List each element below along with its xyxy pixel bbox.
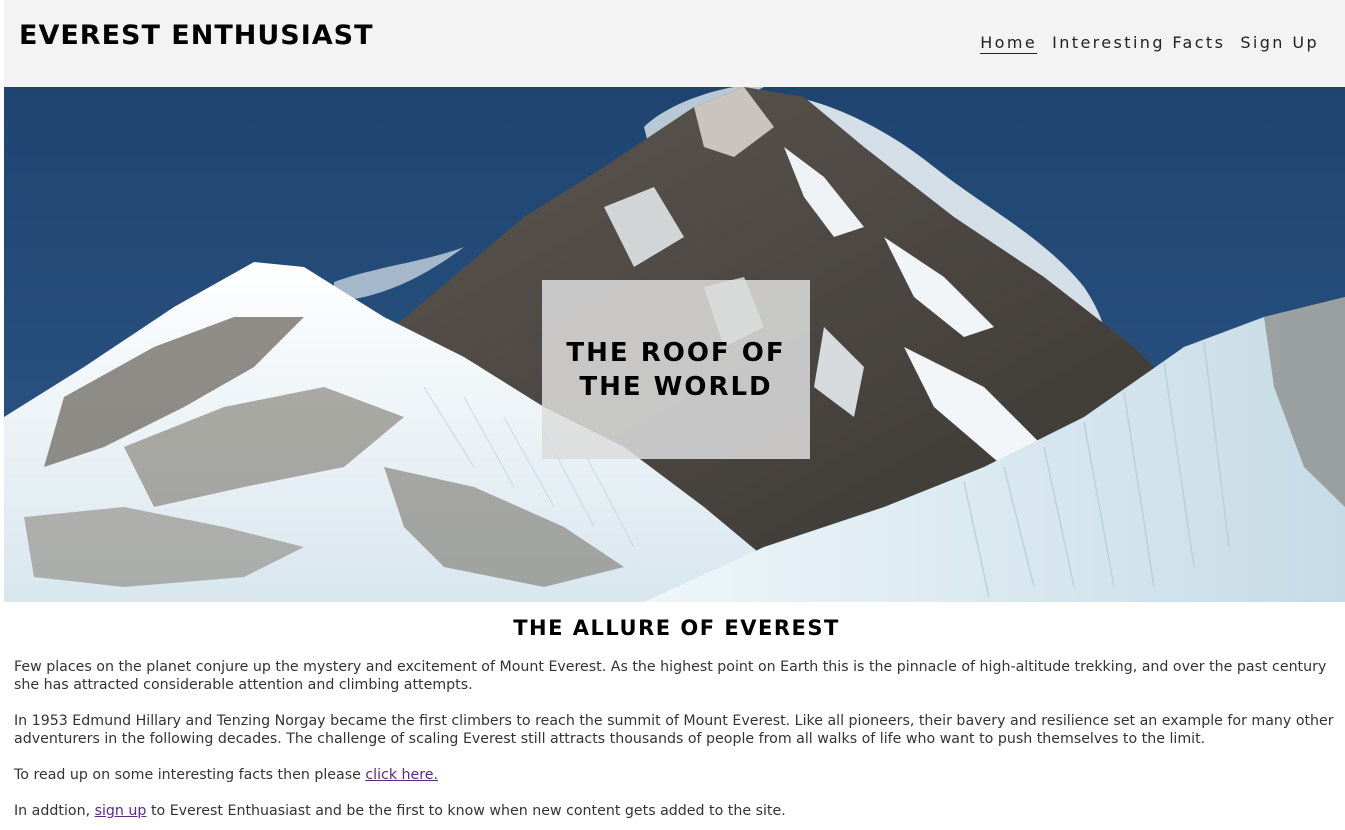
facts-paragraph-text: To read up on some interesting facts the… (14, 767, 366, 783)
main-nav: Home Interesting Facts Sign Up (980, 33, 1319, 54)
signup-paragraph-prefix: In addtion, (14, 803, 95, 819)
site-logo[interactable]: EVEREST ENTHUSIAST (19, 20, 374, 51)
nav-sign-up-link[interactable]: Sign Up (1240, 33, 1319, 54)
click-here-link[interactable]: click here. (365, 767, 438, 783)
signup-paragraph-suffix: to Everest Enthuasiast and be the first … (146, 803, 786, 819)
page: EVEREST ENTHUSIAST Home Interesting Fact… (0, 0, 1345, 830)
sign-up-link[interactable]: sign up (95, 803, 147, 819)
hero-title: THE ROOF OF THE WORLD (561, 336, 791, 404)
hero-title-box: THE ROOF OF THE WORLD (542, 280, 810, 459)
signup-paragraph: In addtion, sign up to Everest Enthuasia… (14, 802, 1339, 820)
nav-home-link[interactable]: Home (980, 33, 1038, 54)
facts-paragraph: To read up on some interesting facts the… (14, 766, 1339, 784)
hero-title-line-2: THE WORLD (579, 371, 773, 402)
hero-title-line-1: THE ROOF OF (566, 337, 786, 368)
intro-paragraph: Few places on the planet conjure up the … (14, 659, 1327, 693)
nav-interesting-facts-link[interactable]: Interesting Facts (1052, 33, 1225, 54)
history-paragraph: In 1953 Edmund Hillary and Tenzing Norga… (14, 713, 1334, 747)
section-heading: THE ALLURE OF EVEREST (513, 616, 840, 640)
hero-banner: THE ROOF OF THE WORLD (4, 87, 1345, 602)
main-content: THE ALLURE OF EVEREST Few places on the … (14, 602, 1339, 830)
site-header: EVEREST ENTHUSIAST Home Interesting Fact… (4, 0, 1345, 87)
